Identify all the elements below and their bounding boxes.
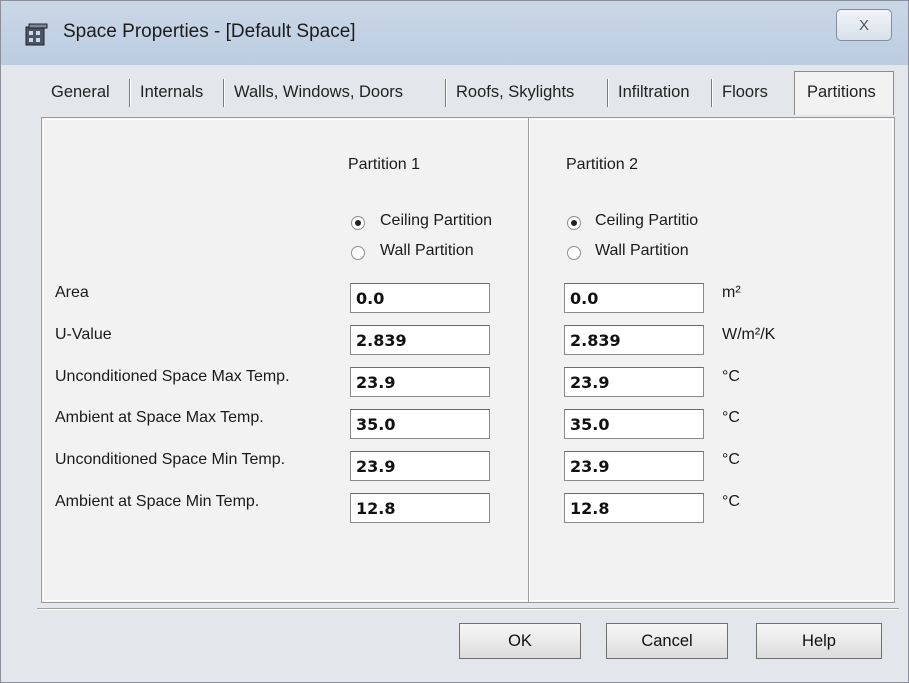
- tab-walls-windows-doors[interactable]: Walls, Windows, Doors: [224, 75, 446, 113]
- tab-general[interactable]: General: [41, 75, 130, 113]
- tab-label: Infiltration: [618, 83, 690, 101]
- tab-floors[interactable]: Floors: [712, 75, 792, 113]
- tab-internals[interactable]: Internals: [130, 75, 224, 113]
- tab-partitions[interactable]: Partitions: [794, 71, 894, 115]
- ambient-min-temp-label: Ambient at Space Min Temp.: [55, 493, 260, 510]
- partition-1-unconditioned-min-input[interactable]: 23.9: [350, 451, 490, 481]
- radio-selected-icon: [351, 216, 365, 230]
- partition-1-header: Partition 1: [348, 156, 421, 173]
- button-label: OK: [508, 631, 532, 650]
- temp-unit: °C: [722, 451, 740, 468]
- u-value-label: U-Value: [55, 326, 112, 343]
- tab-infiltration[interactable]: Infiltration: [608, 75, 712, 113]
- partition-2-ambient-max-input[interactable]: 35.0: [564, 409, 704, 439]
- partitions-panel: Partition 1 Partition 2 Ceiling Partitio…: [41, 117, 895, 603]
- close-button[interactable]: X: [836, 9, 892, 41]
- partition-1-area-input[interactable]: 0.0: [350, 283, 490, 313]
- partition-1-unconditioned-max-input[interactable]: 23.9: [350, 367, 490, 397]
- partition-2-unconditioned-max-input[interactable]: 23.9: [564, 367, 704, 397]
- tab-label: Internals: [140, 83, 204, 101]
- temp-unit: °C: [722, 493, 740, 510]
- tab-label: Walls, Windows, Doors: [234, 83, 404, 101]
- partition-2-unconditioned-min-input[interactable]: 23.9: [564, 451, 704, 481]
- radio-label: Wall Partition: [595, 242, 689, 259]
- close-icon: X: [858, 16, 869, 34]
- partition-2-ambient-min-input[interactable]: 12.8: [564, 493, 704, 523]
- column-divider: [528, 118, 529, 602]
- partition-2-header: Partition 2: [566, 156, 639, 173]
- tab-label: Roofs, Skylights: [456, 83, 575, 101]
- window-title: Space Properties - [Default Space]: [63, 21, 356, 42]
- ambient-max-temp-label: Ambient at Space Max Temp.: [55, 409, 264, 426]
- temp-unit: °C: [722, 368, 740, 385]
- unconditioned-min-temp-label: Unconditioned Space Min Temp.: [55, 451, 286, 468]
- radio-empty-icon: [351, 246, 365, 260]
- temp-unit: °C: [722, 409, 740, 426]
- u-value-unit: W/m²/K: [722, 326, 776, 343]
- partition-1-ambient-max-input[interactable]: 35.0: [350, 409, 490, 439]
- area-label: Area: [55, 284, 89, 301]
- tab-label: General: [51, 83, 110, 101]
- help-button[interactable]: Help: [756, 623, 882, 659]
- dialog-window: Space Properties - [Default Space] X Gen…: [0, 0, 909, 683]
- radio-label: Ceiling Partitio: [595, 212, 699, 229]
- unconditioned-max-temp-label: Unconditioned Space Max Temp.: [55, 368, 290, 385]
- radio-label: Ceiling Partition: [380, 212, 493, 229]
- partition-2-area-input[interactable]: 0.0: [564, 283, 704, 313]
- partition-1-u-value-input[interactable]: 2.839: [350, 325, 490, 355]
- radio-selected-icon: [567, 216, 581, 230]
- cancel-button[interactable]: Cancel: [606, 623, 728, 659]
- footer-separator: [37, 608, 899, 609]
- radio-empty-icon: [567, 246, 581, 260]
- ok-button[interactable]: OK: [459, 623, 581, 659]
- partition-1-ambient-min-input[interactable]: 12.8: [350, 493, 490, 523]
- button-label: Cancel: [641, 631, 693, 650]
- tab-roofs-skylights[interactable]: Roofs, Skylights: [446, 75, 608, 113]
- partition-2-u-value-input[interactable]: 2.839: [564, 325, 704, 355]
- title-bar[interactable]: Space Properties - [Default Space] X: [1, 1, 908, 65]
- radio-label: Wall Partition: [380, 242, 474, 259]
- tab-label: Floors: [722, 83, 768, 101]
- building-icon: [25, 23, 48, 46]
- button-label: Help: [802, 631, 836, 650]
- tab-label: Partitions: [807, 83, 876, 101]
- area-unit: m²: [722, 284, 741, 301]
